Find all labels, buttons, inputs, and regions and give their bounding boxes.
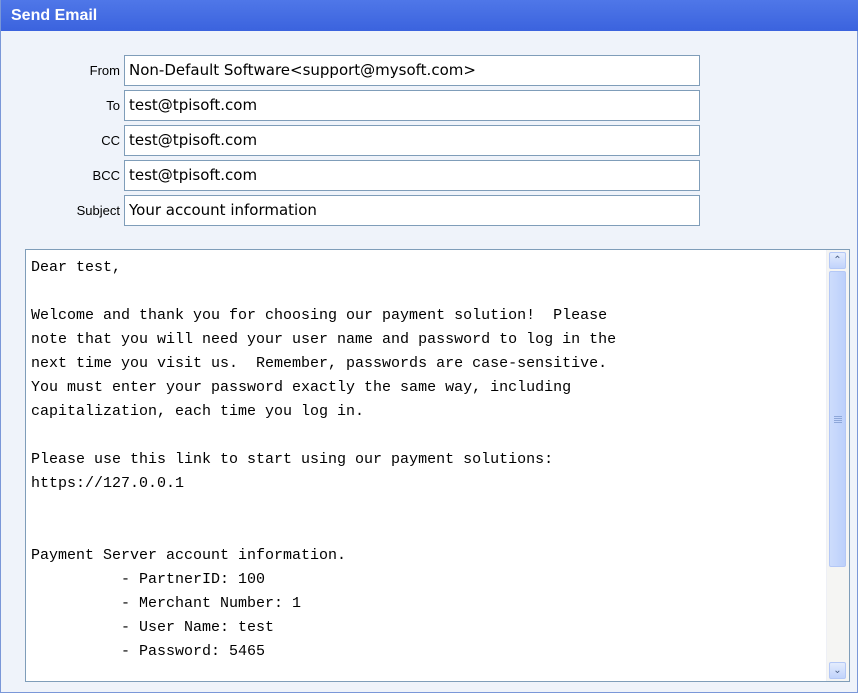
to-label: To — [106, 98, 120, 113]
cc-row: CC test@tpisoft.com — [1, 125, 858, 156]
thumb-grip-line — [834, 422, 842, 423]
to-row: To test@tpisoft.com — [1, 90, 858, 121]
from-field[interactable]: Non-Default Software<support@mysoft.com> — [124, 55, 700, 86]
subject-row: Subject Your account information — [1, 195, 858, 226]
from-label: From — [89, 63, 120, 78]
bcc-field[interactable]: test@tpisoft.com — [124, 160, 700, 191]
subject-field[interactable]: Your account information — [124, 195, 700, 226]
window-title: Send Email — [1, 0, 858, 31]
scrollbar-thumb[interactable] — [829, 271, 846, 567]
thumb-grip-line — [834, 418, 842, 419]
vertical-scrollbar[interactable]: ⌃ ⌄ — [826, 250, 849, 681]
from-row: From Non-Default Software<support@mysoft… — [1, 55, 858, 86]
subject-label: Subject — [76, 203, 120, 218]
send-email-panel: Send Email From Non-Default Software<sup… — [0, 0, 858, 693]
bcc-row: BCC test@tpisoft.com — [1, 160, 858, 191]
bcc-label: BCC — [92, 168, 120, 183]
message-body-textarea[interactable]: Dear test, Welcome and thank you for cho… — [25, 249, 850, 682]
cc-field[interactable]: test@tpisoft.com — [124, 125, 700, 156]
cc-label: CC — [101, 133, 120, 148]
thumb-grip-line — [834, 416, 842, 417]
thumb-grip-line — [834, 420, 842, 421]
message-body-text[interactable]: Dear test, Welcome and thank you for cho… — [31, 256, 826, 664]
scroll-down-icon[interactable]: ⌄ — [829, 662, 846, 679]
to-field[interactable]: test@tpisoft.com — [124, 90, 700, 121]
scroll-up-icon[interactable]: ⌃ — [829, 252, 846, 269]
